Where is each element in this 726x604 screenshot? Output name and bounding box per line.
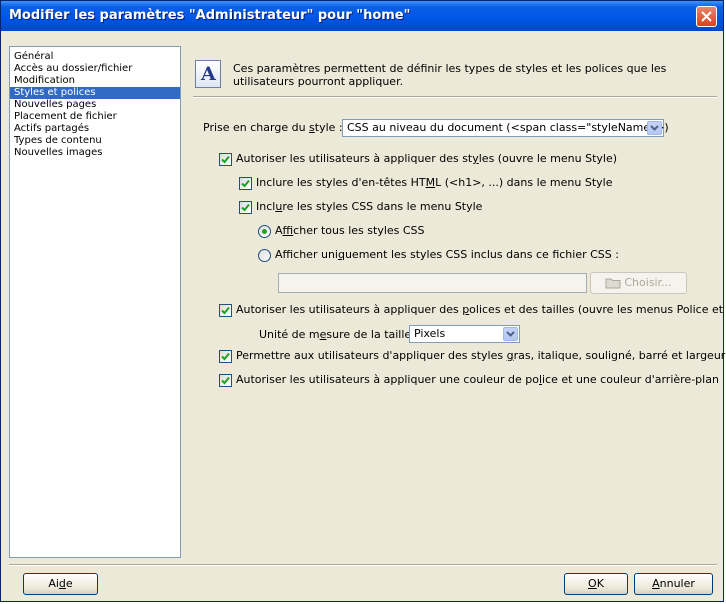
nav-item-general[interactable]: Général [10, 51, 180, 63]
nav-item-modification[interactable]: Modification [10, 75, 180, 87]
show-only-css-radio[interactable] [258, 249, 271, 262]
nav-item-new-images[interactable]: Nouvelles images [10, 147, 180, 159]
close-button[interactable] [696, 6, 717, 27]
show-only-css-label[interactable]: Afficher uniquement les styles CSS inclu… [275, 247, 619, 263]
cancel-button[interactable]: Annuler [634, 573, 713, 595]
chevron-down-icon[interactable] [503, 327, 518, 341]
ok-button[interactable]: OK [564, 573, 628, 595]
folder-icon [605, 278, 621, 289]
category-list[interactable]: Général Accès au dossier/fichier Modific… [9, 46, 181, 558]
include-headings-label[interactable]: Inclure les styles d'en-têtes HTML (<h1>… [256, 175, 612, 191]
allow-styles-label[interactable]: Autoriser les utilisateurs à appliquer d… [236, 151, 617, 167]
style-support-select[interactable]: CSS au niveau du document (<span class="… [342, 119, 669, 137]
info-text: Ces paramètres permettent de définir les… [233, 62, 667, 88]
include-css-label[interactable]: Inclure les styles CSS dans le menu Styl… [256, 199, 482, 215]
allow-colors-label[interactable]: Autoriser les utilisateurs à appliquer u… [236, 372, 719, 388]
help-button[interactable]: Aide [23, 573, 98, 595]
allow-bold-checkbox[interactable] [219, 350, 232, 363]
nav-item-new-pages[interactable]: Nouvelles pages [10, 99, 180, 111]
allow-styles-checkbox[interactable] [219, 153, 232, 166]
settings-panel: A Ces paramètres permettent de définir l… [193, 46, 726, 558]
nav-item-file-placement[interactable]: Placement de fichier [10, 111, 180, 123]
font-a-icon: A [195, 60, 221, 88]
footer-divider [9, 564, 717, 566]
size-unit-value: Pixels [414, 327, 446, 340]
nav-item-styles-fonts[interactable]: Styles et polices [10, 87, 180, 99]
allow-fonts-label[interactable]: Autoriser les utilisateurs à appliquer d… [236, 302, 726, 318]
css-file-input[interactable] [278, 273, 587, 293]
size-unit-select[interactable]: Pixels [409, 325, 520, 343]
show-all-css-label[interactable]: Afficher tous les styles CSS [275, 223, 425, 239]
nav-item-shared-assets[interactable]: Actifs partagés [10, 123, 180, 135]
nav-item-content-types[interactable]: Types de contenu [10, 135, 180, 147]
allow-colors-checkbox[interactable] [219, 374, 232, 387]
style-support-value: CSS au niveau du document (<span class="… [347, 121, 669, 134]
include-css-checkbox[interactable] [239, 201, 252, 214]
settings-dialog: Modifier les paramètres "Administrateur"… [0, 0, 726, 602]
size-unit-label: Unité de mesure de la taille : [259, 328, 419, 341]
section-divider [193, 96, 717, 98]
allow-bold-label[interactable]: Permettre aux utilisateurs d'appliquer d… [236, 348, 726, 364]
style-support-label: Prise en charge du style : [203, 121, 343, 134]
window-title: Modifier les paramètres "Administrateur"… [9, 8, 411, 23]
close-icon [701, 11, 712, 22]
title-bar[interactable]: Modifier les paramètres "Administrateur"… [1, 1, 723, 31]
show-all-css-radio[interactable] [258, 225, 271, 238]
choose-button[interactable]: Choisir... [590, 272, 687, 294]
include-headings-checkbox[interactable] [239, 177, 252, 190]
chevron-down-icon[interactable] [647, 121, 662, 135]
nav-item-folder-access[interactable]: Accès au dossier/fichier [10, 63, 180, 75]
allow-fonts-checkbox[interactable] [219, 304, 232, 317]
